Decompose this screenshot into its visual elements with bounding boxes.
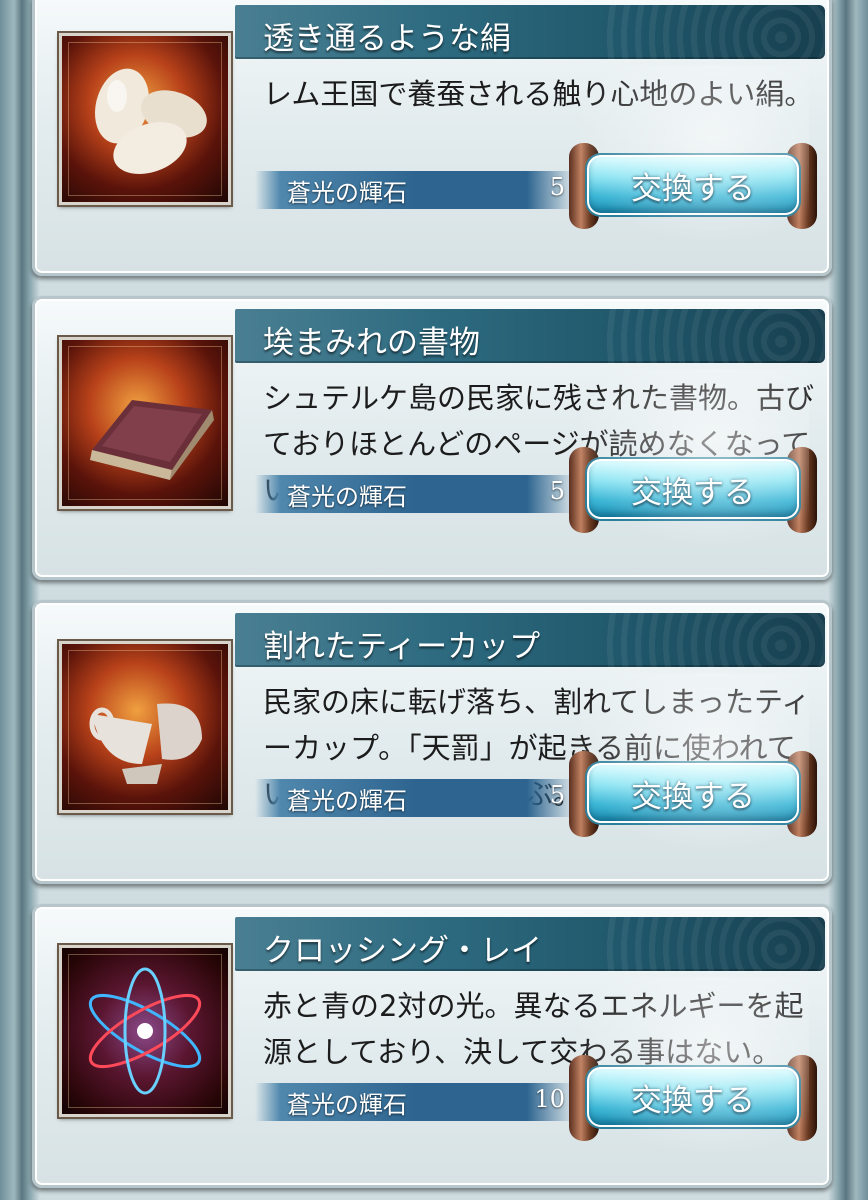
exchange-item-list: 透き通るような絹 レム王国で養蚕される触り心地のよい絹。 蒼光の輝石 5 交換す… bbox=[0, 0, 868, 1200]
item-name: 埃まみれの書物 bbox=[263, 325, 480, 361]
item-name: クロッシング・レイ bbox=[263, 933, 542, 969]
exchange-button[interactable]: 交換する bbox=[569, 447, 817, 533]
exchange-button-label: 交換する bbox=[631, 1082, 755, 1119]
cost-amount: 5 bbox=[549, 477, 565, 505]
silk-cocoon-icon bbox=[59, 33, 231, 205]
exchange-item-card: 割れたティーカップ 民家の床に転げ落ち、割れてしまったティーカップ。「天罰」が起… bbox=[32, 600, 832, 884]
item-name: 割れたティーカップ bbox=[263, 629, 541, 665]
cost-currency: 蒼光の輝石 bbox=[287, 483, 407, 511]
crossing-ray-icon bbox=[59, 945, 231, 1117]
exchange-button-label: 交換する bbox=[631, 474, 755, 511]
cost-currency: 蒼光の輝石 bbox=[287, 787, 407, 815]
cost-currency: 蒼光の輝石 bbox=[287, 179, 407, 207]
exchange-item-card: クロッシング・レイ 赤と青の2対の光。異なるエネルギーを起源としており、決して交… bbox=[32, 904, 832, 1188]
item-description: レム王国で養蚕される触り心地のよい絹。 bbox=[263, 77, 814, 111]
cost-currency: 蒼光の輝石 bbox=[287, 1091, 407, 1119]
broken-teacup-icon bbox=[59, 641, 231, 813]
exchange-button[interactable]: 交換する bbox=[569, 143, 817, 229]
cost-amount: 5 bbox=[549, 173, 565, 201]
exchange-button-label: 交換する bbox=[631, 170, 755, 207]
exchange-button-label: 交換する bbox=[631, 778, 755, 815]
cost-amount: 10 bbox=[534, 1085, 565, 1113]
dusty-book-icon bbox=[59, 337, 231, 509]
exchange-button[interactable]: 交換する bbox=[569, 751, 817, 837]
item-name: 透き通るような絹 bbox=[263, 21, 511, 57]
cost-amount: 5 bbox=[549, 781, 565, 809]
exchange-item-card: 透き通るような絹 レム王国で養蚕される触り心地のよい絹。 蒼光の輝石 5 交換す… bbox=[32, 0, 832, 276]
exchange-button[interactable]: 交換する bbox=[569, 1055, 817, 1141]
exchange-item-card: 埃まみれの書物 シュテルケ島の民家に残された書物。古びておりほとんどのページが読… bbox=[32, 296, 832, 580]
